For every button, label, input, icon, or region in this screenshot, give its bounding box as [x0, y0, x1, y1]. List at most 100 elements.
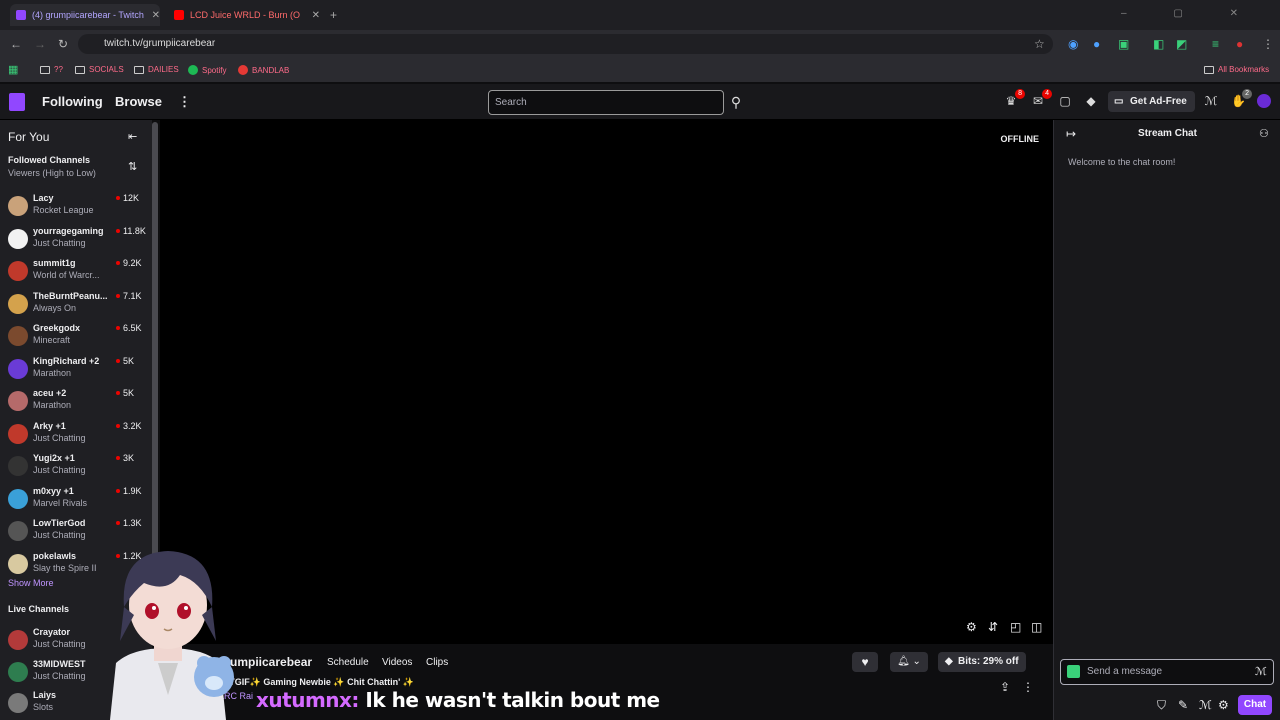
live-indicator-icon	[116, 196, 120, 200]
bits-icon[interactable]: ◆	[1084, 94, 1098, 108]
videos-link[interactable]: Videos	[382, 657, 412, 668]
window-controls[interactable]: – ▢ ✕	[1121, 8, 1260, 19]
sidebar-scrollbar[interactable]	[152, 122, 158, 562]
sort-label: Viewers (High to Low)	[8, 168, 96, 178]
video-player[interactable]: OFFLINE ⚙ ⇵ ◰ ◫	[160, 120, 1053, 644]
clip-icon[interactable]: ⇵	[988, 620, 998, 634]
channel-avatar	[8, 693, 28, 713]
back-icon[interactable]: ←	[10, 37, 22, 51]
notifications-bell-button[interactable]: 🔔︎ ⌄	[890, 652, 928, 672]
channel-name: Lacy	[33, 193, 54, 203]
channel-category: Marathon	[33, 400, 72, 410]
reload-icon[interactable]: ↻	[58, 37, 68, 51]
channel-category: World of Warcr...	[33, 270, 100, 280]
sort-icon[interactable]: ⇅	[128, 160, 137, 173]
user-avatar[interactable]	[1257, 94, 1271, 108]
extension-icon[interactable]: ≡	[1212, 37, 1219, 51]
follow-heart-button[interactable]: ♥	[852, 652, 878, 672]
browser-tab-twitch[interactable]: (4) grumpiicarebear - Twitch ✕	[10, 4, 160, 26]
chat-message-input[interactable]: Send a message ℳ	[1060, 659, 1274, 685]
channel-name: KingRichard +2	[33, 355, 100, 366]
inbox-icon[interactable]: ✉ 4	[1031, 89, 1052, 108]
url-field[interactable]: twitch.tv/grumpiicarebear	[78, 34, 1053, 54]
more-menu-icon[interactable]: ⋮	[178, 94, 191, 110]
hand-icon[interactable]: ✋ 2	[1231, 89, 1252, 108]
heart-icon: ♥	[861, 655, 869, 669]
sidebar-channel-item[interactable]: KingRichard +2 Marathon 5K	[0, 356, 152, 386]
extension-icon[interactable]: ▣	[1118, 37, 1129, 51]
browse-link[interactable]: Browse	[115, 94, 162, 109]
live-channels-heading: Live Channels	[8, 604, 70, 614]
sidebar-channel-item[interactable]: LowTierGod Just Chatting 1.3K	[0, 518, 152, 548]
following-link[interactable]: Following	[42, 94, 103, 109]
extension-icon[interactable]: ◉	[1068, 37, 1078, 51]
settings-gear-icon[interactable]: ⚙	[966, 620, 977, 634]
translate-icon[interactable]: ℳ	[1199, 698, 1212, 712]
sidebar-channel-item[interactable]: summit1g World of Warcr... 9.2K	[0, 258, 152, 288]
bookmark-folder[interactable]: DAILIES	[134, 65, 179, 74]
extension-icon[interactable]: ◧	[1153, 37, 1164, 51]
channel-avatar	[8, 391, 28, 411]
live-indicator-icon	[116, 456, 120, 460]
extension-icon[interactable]: ●	[1093, 37, 1100, 51]
prime-loot-icon[interactable]: ♛ 8	[1004, 89, 1025, 108]
twitch-logo-icon[interactable]	[9, 93, 25, 111]
show-more-link[interactable]: Show More	[8, 578, 54, 588]
schedule-link[interactable]: Schedule	[327, 657, 369, 668]
chat-send-button[interactable]: Chat	[1238, 695, 1272, 715]
clips-link[interactable]: Clips	[426, 657, 448, 668]
viewer-count: 6.5K	[123, 323, 142, 333]
sidebar-channel-item[interactable]: m0xyy +1 Marvel Rivals 1.9K	[0, 486, 152, 516]
sidebar-channel-item[interactable]: Arky +1 Just Chatting 3.2K	[0, 421, 152, 451]
channel-category: Always On	[33, 302, 77, 313]
shield-icon[interactable]: ⛉	[1157, 698, 1166, 713]
share-icon[interactable]: ⇪	[1000, 680, 1010, 694]
extension-icon[interactable]: ◩	[1176, 37, 1187, 51]
live-indicator-icon	[116, 521, 120, 525]
translate-icon[interactable]: ℳ	[1255, 660, 1267, 684]
bookmark-star-icon[interactable]: ☆	[1034, 37, 1045, 51]
channel-category: Minecraft	[33, 335, 71, 345]
sidebar-channel-item[interactable]: yourragegaming Just Chatting 11.8K	[0, 226, 152, 256]
miniplayer-icon[interactable]: ◰	[1010, 620, 1021, 634]
get-ad-free-button[interactable]: ▭ Get Ad-Free	[1108, 91, 1195, 112]
channel-avatar	[8, 228, 28, 249]
translate-icon[interactable]: ℳ	[1204, 94, 1218, 108]
bookmark-bandlab[interactable]: BANDLAB	[238, 65, 289, 75]
pen-icon[interactable]: ✎	[1178, 698, 1188, 712]
whispers-icon[interactable]: ▢	[1058, 94, 1072, 108]
collapse-sidebar-icon[interactable]: ⇤	[128, 130, 137, 143]
sidebar-channel-item[interactable]: Lacy Rocket League 12K	[0, 193, 152, 223]
channel-name: LowTierGod	[33, 518, 86, 528]
all-bookmarks[interactable]: All Bookmarks	[1204, 65, 1269, 74]
apps-grid-icon[interactable]: ▦	[8, 63, 18, 76]
close-tab-icon[interactable]: ✕	[312, 10, 320, 21]
browser-tab-youtube[interactable]: LCD Juice WRLD - Burn (O ✕	[170, 4, 320, 26]
users-list-icon[interactable]: ⚇	[1259, 127, 1269, 140]
sidebar-channel-item[interactable]: Yugi2x +1 Just Chatting 3K	[0, 453, 152, 483]
bookmark-spotify[interactable]: Spotify	[188, 65, 226, 75]
sidebar-channel-item[interactable]: aceu +2 Marathon 5K	[0, 388, 152, 418]
more-options-icon[interactable]: ⋮	[1022, 680, 1034, 694]
forward-icon[interactable]: →	[34, 37, 46, 51]
notification-badge: 8	[1015, 89, 1025, 99]
close-tab-icon[interactable]: ✕	[152, 10, 160, 21]
chrome-menu-icon[interactable]: ⋮	[1262, 37, 1274, 51]
bookmark-folder[interactable]: SOCIALS	[75, 65, 124, 74]
bookmark-folder[interactable]: ??	[40, 65, 63, 74]
sidebar-channel-item[interactable]: Greekgodx Minecraft 6.5K	[0, 323, 152, 353]
search-input[interactable]: Search	[488, 90, 724, 115]
channel-avatar	[8, 630, 28, 650]
theatre-mode-icon[interactable]: ◫	[1031, 620, 1042, 634]
sidebar-channel-item[interactable]: TheBurntPeanu... Always On 7.1K	[0, 291, 152, 321]
settings-gear-icon[interactable]: ⚙	[1218, 698, 1229, 712]
new-tab-icon[interactable]: +	[330, 8, 337, 22]
ad-free-icon: ▭	[1114, 96, 1124, 107]
profile-avatar[interactable]: ●	[1236, 37, 1243, 51]
bits-button[interactable]: ◆ Bits: 29% off	[938, 652, 1026, 672]
tab-label: (4) grumpiicarebear - Twitch	[32, 10, 144, 20]
emote-bits-icon[interactable]	[1067, 665, 1080, 678]
viewer-count: 3.2K	[123, 420, 142, 431]
search-icon[interactable]: ⚲	[726, 90, 746, 115]
viewer-count: 7.1K	[123, 290, 142, 301]
